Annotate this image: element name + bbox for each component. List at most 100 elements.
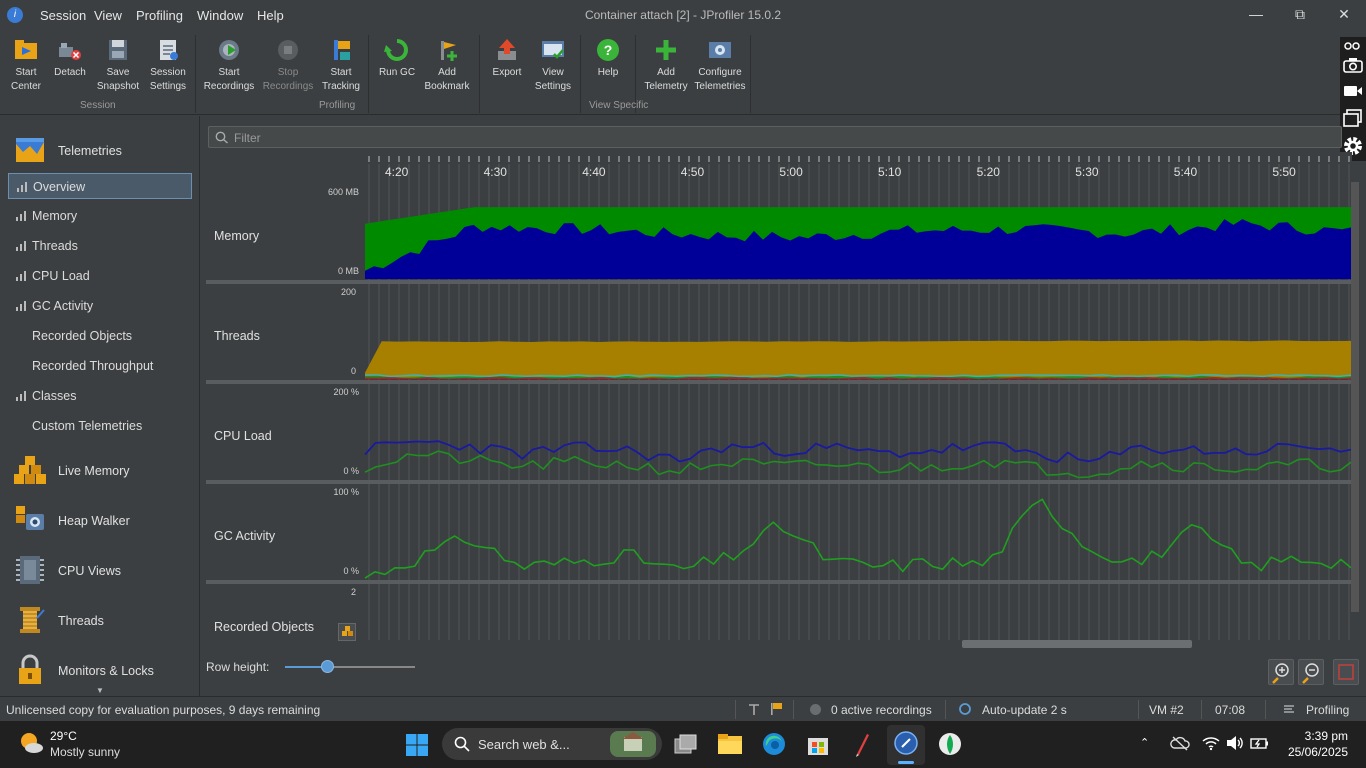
battery-icon[interactable] [1250,735,1270,751]
zoom-in-icon [1272,663,1289,684]
show-hidden-icons[interactable]: ⌃ [1140,736,1149,749]
toolbar: Start Center Detach Save Snapshot Session S… [0,31,1340,115]
sidebar-item-recorded-objects[interactable]: Recorded Objects [8,323,192,349]
zoom-out-icon [1302,663,1319,684]
sidebar-item-recorded-throughput[interactable]: Recorded Throughput [8,353,192,379]
bar-chart-icon [16,391,26,401]
run-gc-button[interactable]: Run GC [371,35,423,80]
sidebar-item-custom-telemetries[interactable]: Custom Telemetries [8,413,192,439]
clock-time[interactable]: 3:39 pm [1300,729,1348,743]
detach-button[interactable]: Detach [44,35,96,80]
status-divider [1265,700,1266,719]
export-icon [498,39,516,60]
telemetries-icon [16,138,44,162]
microsoft-store-icon[interactable] [804,731,832,757]
toolbar-separator [580,35,581,113]
sidebar: Telemetries Overview Memory Threads CPU … [0,116,200,696]
filter-placeholder: Filter [234,131,261,145]
volume-icon[interactable] [1226,735,1244,751]
restore-icon[interactable]: ⧉ [1289,6,1311,24]
sidebar-item-memory[interactable]: Memory [8,203,192,229]
window-title: Container attach [2] - JProfiler 15.0.2 [584,8,782,22]
start-recordings-icon [219,40,239,60]
save-snapshot-button[interactable]: Save Snapshot [92,35,144,94]
bar-chart-icon [17,182,27,192]
auto-update-text[interactable]: Auto-update 2 s [982,703,1067,717]
sidebar-item-threads[interactable]: Threads [8,233,192,259]
edge-browser-icon[interactable] [760,731,788,757]
time-tick-label: 4:30 [483,165,507,179]
toolbar-separator [750,35,751,113]
filter-input[interactable]: Filter [208,126,1342,148]
onedrive-cloud-icon[interactable] [1170,735,1190,751]
file-explorer-icon[interactable] [716,731,744,757]
slider-knob[interactable] [321,660,334,673]
close-icon[interactable]: ✕ [1333,6,1355,24]
time-tick-label: 5:20 [976,165,1000,179]
wifi-icon[interactable] [1202,735,1220,751]
status-divider [1138,700,1139,719]
scroll-down-icon[interactable]: ▼ [96,686,104,695]
view-specific-group-label: View Specific [589,100,649,111]
time-tick-label: 4:20 [385,165,409,179]
threads-spool-icon [20,607,45,633]
pin-icon[interactable] [747,702,761,716]
stop-recordings-button[interactable]: Stop Recordings [262,35,314,94]
search-icon [215,131,228,144]
sidebar-item-cpu-load[interactable]: CPU Load [8,263,192,289]
row-height-slider[interactable] [285,660,415,673]
pen-app-icon[interactable] [848,731,876,757]
sidebar-item-overview[interactable]: Overview [8,173,192,199]
sidebar-item-classes[interactable]: Classes [8,383,192,409]
horizontal-scrollbar[interactable] [365,640,1351,648]
help-button[interactable]: ? Help [582,35,634,80]
ytick-memory-bottom: 0 MB [337,266,359,276]
add-bookmark-icon [441,41,457,61]
profiling-mode-text: Profiling [1306,703,1350,717]
view-settings-button[interactable]: View Settings [527,35,579,94]
window-capture-icon[interactable] [1343,109,1363,127]
zoom-in-button[interactable] [1268,659,1294,685]
search-icon [454,736,470,752]
time-tick-label: 4:50 [680,165,705,179]
time-tick-label: 5:10 [878,165,902,179]
vertical-scrollbar[interactable] [1351,182,1359,612]
allocation-hotspot-icon[interactable] [338,623,356,641]
start-tracking-icon [334,40,350,60]
task-view-icon[interactable] [672,731,700,757]
telemetry-overview: Memory Threads CPU Load GC Activity Reco… [206,152,1359,648]
configure-telemetries-button[interactable]: Configure Telemetries [694,35,746,94]
weather-sun-icon[interactable] [18,730,44,756]
minimize-icon[interactable]: — [1245,6,1267,24]
heap-walker-icon [16,506,44,530]
link-icon[interactable] [1344,41,1362,51]
clock-date[interactable]: 25/06/2025 [1281,745,1348,759]
export-button[interactable]: Export [481,35,533,80]
zoom-out-button[interactable] [1298,659,1324,685]
stop-recordings-icon [278,40,298,60]
taskbar-search-box[interactable]: Search web &... [442,728,662,760]
row-separator [206,280,1352,284]
camera-icon[interactable] [1343,57,1363,73]
add-telemetry-button[interactable]: Add Telemetry [640,35,692,94]
session-settings-icon [160,40,178,60]
video-camera-icon[interactable] [1343,84,1363,98]
ytick-threads-bottom: 0 [350,366,356,376]
jprofiler-taskbar-button[interactable] [887,725,925,765]
add-bookmark-button[interactable]: Add Bookmark [421,35,473,94]
session-settings-button[interactable]: Session Settings [142,35,194,94]
scrollbar-thumb[interactable] [962,640,1192,648]
active-app-indicator [898,761,914,764]
fit-to-window-button[interactable] [1333,659,1359,685]
lock-icon [19,654,41,684]
start-tracking-button[interactable]: Start Tracking [315,35,367,94]
detach-icon [59,43,81,60]
time-tick-label: 5:50 [1272,165,1296,179]
windows-start-icon[interactable] [405,733,429,757]
auto-update-icon[interactable] [957,702,973,716]
weather-desc: Mostly sunny [50,745,121,759]
bookmark-flag-icon[interactable] [769,702,783,716]
start-recordings-button[interactable]: Start Recordings [203,35,255,94]
mongodb-compass-icon[interactable] [936,731,964,757]
sidebar-item-gc-activity[interactable]: GC Activity [8,293,192,319]
